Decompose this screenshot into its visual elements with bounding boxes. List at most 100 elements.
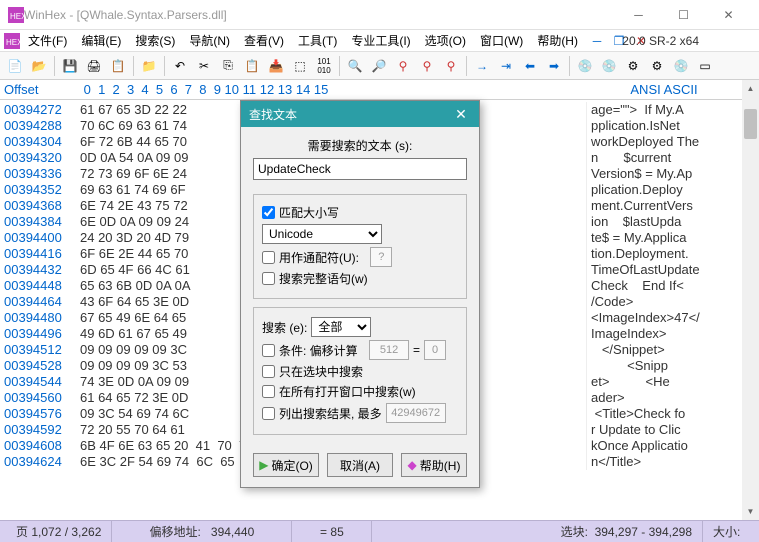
- ascii-cell[interactable]: </Snippet>: [586, 342, 742, 358]
- status-size: 大小:: [703, 521, 753, 542]
- ascii-cell[interactable]: age=""> If My.A: [586, 102, 742, 118]
- ascii-cell[interactable]: et> <He: [586, 374, 742, 390]
- disk3-icon[interactable]: ⚙: [622, 55, 644, 77]
- goto-end-icon[interactable]: ⇥: [495, 55, 517, 77]
- list-results-checkbox[interactable]: [262, 407, 275, 420]
- offset-cell: 00394368: [0, 198, 80, 214]
- dialog-close-icon[interactable]: ✕: [451, 106, 471, 123]
- disk2-icon[interactable]: 💿: [598, 55, 620, 77]
- help-button[interactable]: ◆帮助(H): [401, 453, 467, 477]
- header-ascii: ANSI ASCII: [586, 82, 742, 97]
- copy-icon[interactable]: ⎘: [217, 55, 239, 77]
- folder-icon[interactable]: 📁: [138, 55, 160, 77]
- disk4-icon[interactable]: ⚙: [646, 55, 668, 77]
- offset-cell: 00394288: [0, 118, 80, 134]
- scroll-thumb[interactable]: [744, 109, 757, 139]
- find-text-icon[interactable]: 🔍: [344, 55, 366, 77]
- disk-icon[interactable]: 💿: [574, 55, 596, 77]
- ascii-cell[interactable]: n</Title>: [586, 454, 742, 470]
- whole-words-checkbox[interactable]: [262, 272, 275, 285]
- ascii-cell[interactable]: workDeployed The: [586, 134, 742, 150]
- menu-file[interactable]: 文件(F): [22, 30, 73, 51]
- menu-navigate[interactable]: 导航(N): [183, 30, 236, 51]
- wildcard-char-input[interactable]: [370, 247, 392, 267]
- ascii-cell[interactable]: kOnce Applicatio: [586, 438, 742, 454]
- undo-icon[interactable]: ↶: [169, 55, 191, 77]
- wildcards-checkbox[interactable]: [262, 251, 275, 264]
- menu-window[interactable]: 窗口(W): [474, 30, 529, 51]
- ascii-cell[interactable]: r Update to Clic: [586, 422, 742, 438]
- status-bar: 页 1,072 / 3,262 偏移地址: 394,440 = 85 选块: 3…: [0, 520, 759, 542]
- scroll-down-icon[interactable]: ▼: [742, 503, 759, 520]
- cond-rem-input[interactable]: [424, 340, 446, 360]
- menu-options[interactable]: 选项(O): [419, 30, 472, 51]
- back-icon[interactable]: ⬅: [519, 55, 541, 77]
- ascii-cell[interactable]: ion $lastUpda: [586, 214, 742, 230]
- cut-icon[interactable]: ✂: [193, 55, 215, 77]
- ascii-cell[interactable]: <ImageIndex>47</: [586, 310, 742, 326]
- encoding-select[interactable]: Unicode: [262, 224, 382, 244]
- ascii-cell[interactable]: tion.Deployment.: [586, 246, 742, 262]
- window-title: WinHex - [QWhale.Syntax.Parsers.dll]: [24, 8, 616, 22]
- cancel-button[interactable]: 取消(A): [327, 453, 393, 477]
- clipboard-icon[interactable]: 📋: [241, 55, 263, 77]
- only-block-checkbox[interactable]: [262, 365, 275, 378]
- dialog-title: 查找文本: [249, 106, 297, 123]
- ok-button[interactable]: ▶确定(O): [253, 453, 319, 477]
- ascii-cell[interactable]: pplication.IsNet: [586, 118, 742, 134]
- copy-hex-icon[interactable]: ⬚: [289, 55, 311, 77]
- maximize-button[interactable]: ☐: [661, 0, 706, 30]
- cond-offset-checkbox[interactable]: [262, 344, 275, 357]
- forward-icon[interactable]: ➡: [543, 55, 565, 77]
- ascii-cell[interactable]: <Title>Check fo: [586, 406, 742, 422]
- status-selection: 选块: 394,297 - 394,298: [372, 521, 703, 542]
- find-again-icon[interactable]: ⚲: [392, 55, 414, 77]
- ascii-cell[interactable]: te$ = My.Applica: [586, 230, 742, 246]
- print-icon[interactable]: 🖨: [83, 55, 105, 77]
- offset-cell: 00394320: [0, 150, 80, 166]
- hex-header: Offset 0 1 2 3 4 5 6 7 8 9 10 11 12 13 1…: [0, 80, 742, 100]
- ascii-cell[interactable]: ImageIndex>: [586, 326, 742, 342]
- match-case-checkbox[interactable]: [262, 206, 275, 219]
- binary-icon[interactable]: 101010: [313, 55, 335, 77]
- ascii-cell[interactable]: <Snipp: [586, 358, 742, 374]
- ram-icon[interactable]: ▭: [694, 55, 716, 77]
- all-windows-checkbox[interactable]: [262, 385, 275, 398]
- ascii-cell[interactable]: TimeOfLastUpdate: [586, 262, 742, 278]
- menu-tools[interactable]: 工具(T): [292, 30, 343, 51]
- menu-edit[interactable]: 编辑(E): [75, 30, 127, 51]
- properties-icon[interactable]: 📋: [107, 55, 129, 77]
- vertical-scrollbar[interactable]: ▲ ▼: [742, 80, 759, 520]
- close-button[interactable]: ✕: [706, 0, 751, 30]
- ascii-cell[interactable]: Version$ = My.Ap: [586, 166, 742, 182]
- goto-offset-icon[interactable]: →: [471, 55, 493, 77]
- goto-icon[interactable]: ⚲: [440, 55, 462, 77]
- offset-cell: 00394480: [0, 310, 80, 326]
- ascii-cell[interactable]: Check End If<: [586, 278, 742, 294]
- ascii-cell[interactable]: n $current: [586, 150, 742, 166]
- dialog-titlebar[interactable]: 查找文本 ✕: [241, 101, 479, 127]
- open-folder-icon[interactable]: 📂: [28, 55, 50, 77]
- search-direction-select[interactable]: 全部: [311, 317, 371, 337]
- menu-specialist[interactable]: 专业工具(I): [345, 30, 416, 51]
- new-file-icon[interactable]: 📄: [4, 55, 26, 77]
- cond-mod-input[interactable]: [369, 340, 409, 360]
- ascii-cell[interactable]: ader>: [586, 390, 742, 406]
- replace-icon[interactable]: ⚲: [416, 55, 438, 77]
- scroll-track[interactable]: [742, 97, 759, 503]
- scroll-up-icon[interactable]: ▲: [742, 80, 759, 97]
- find-hex-icon[interactable]: 🔎: [368, 55, 390, 77]
- ascii-cell[interactable]: plication.Deploy: [586, 182, 742, 198]
- list-max-input[interactable]: [386, 403, 446, 423]
- search-text-input[interactable]: [253, 158, 467, 180]
- menu-help[interactable]: 帮助(H): [531, 30, 584, 51]
- disk5-icon[interactable]: 💿: [670, 55, 692, 77]
- ascii-cell[interactable]: /Code>: [586, 294, 742, 310]
- mdi-minimize-icon[interactable]: ─: [588, 32, 606, 50]
- paste-icon[interactable]: 📥: [265, 55, 287, 77]
- menu-search[interactable]: 搜索(S): [129, 30, 181, 51]
- menu-view[interactable]: 查看(V): [238, 30, 290, 51]
- ascii-cell[interactable]: ment.CurrentVers: [586, 198, 742, 214]
- save-icon[interactable]: 💾: [59, 55, 81, 77]
- minimize-button[interactable]: ─: [616, 0, 661, 30]
